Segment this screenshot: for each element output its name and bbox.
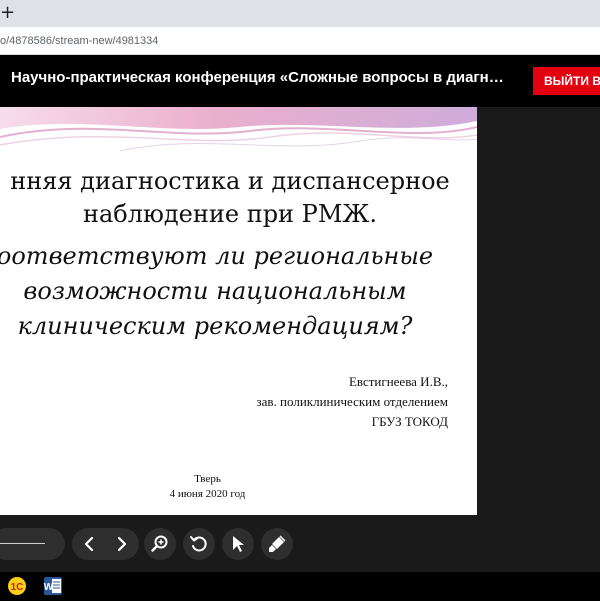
slide-nav-group [72, 528, 139, 560]
conference-title: Научно-практическая конференция «Сложные… [11, 69, 504, 86]
slide-subtitle: оответствуют ли региональные возможности… [0, 239, 450, 344]
webinar-app: Научно-практическая конференция «Сложные… [0, 55, 600, 572]
1c-icon[interactable]: 1С [6, 576, 28, 596]
slide-city: Тверь [194, 473, 221, 485]
slide-place-date: Тверь 4 июня 2020 год [150, 472, 265, 502]
pointer-button[interactable] [222, 528, 254, 560]
slide-subtitle-line: возможности национальным [23, 277, 407, 305]
svg-text:1С: 1С [11, 582, 24, 593]
rotate-icon [190, 536, 207, 552]
word-letter: W [44, 582, 54, 593]
presentation-controls [0, 517, 600, 572]
pointer-icon [233, 536, 244, 552]
os-taskbar: 1С W [0, 572, 600, 600]
rotate-button[interactable] [183, 528, 215, 560]
slide-progress-pill[interactable] [0, 528, 65, 560]
slide-title-line: нняя диагностика и диспансерное [10, 167, 450, 195]
url-text[interactable]: o/4878586/stream-new/4981334 [0, 27, 158, 55]
zoom-icon [151, 535, 168, 552]
author-role: зав. поликлиническим отделением [256, 394, 449, 409]
author-name: Евстигнеева И.В., [348, 374, 448, 389]
conference-header: Научно-практическая конференция «Сложные… [0, 55, 600, 107]
slide-decoration-wave [0, 107, 477, 152]
zoom-button[interactable] [144, 528, 176, 560]
word-icon[interactable]: W [42, 576, 64, 596]
next-icon[interactable] [111, 534, 131, 554]
author-org: ГБУЗ ТОКОД [371, 414, 448, 429]
brush-icon [269, 535, 286, 552]
presentation-stage: нняя диагностика и диспансерное наблюден… [0, 107, 600, 517]
prev-icon[interactable] [80, 534, 100, 554]
slide-progress-track[interactable] [0, 543, 45, 544]
slide-title-line: наблюдение при РМЖ. [83, 200, 377, 228]
draw-button[interactable] [261, 528, 293, 560]
exit-button[interactable]: ВЫЙТИ В С [533, 67, 600, 95]
browser-tab-strip: + [0, 0, 600, 27]
slide-title: нняя диагностика и диспансерное наблюден… [0, 165, 465, 231]
slide-subtitle-line: оответствуют ли региональные [0, 242, 434, 270]
slide-subtitle-line: клиническим рекомендациям? [17, 312, 413, 340]
slide-date: 4 июня 2020 год [169, 488, 246, 500]
slide-author-block: Евстигнеева И.В., зав. поликлиническим о… [257, 372, 449, 432]
new-tab-button[interactable]: + [0, 2, 15, 24]
presentation-slide: нняя диагностика и диспансерное наблюден… [0, 107, 477, 515]
address-bar[interactable]: o/4878586/stream-new/4981334 [0, 27, 600, 55]
